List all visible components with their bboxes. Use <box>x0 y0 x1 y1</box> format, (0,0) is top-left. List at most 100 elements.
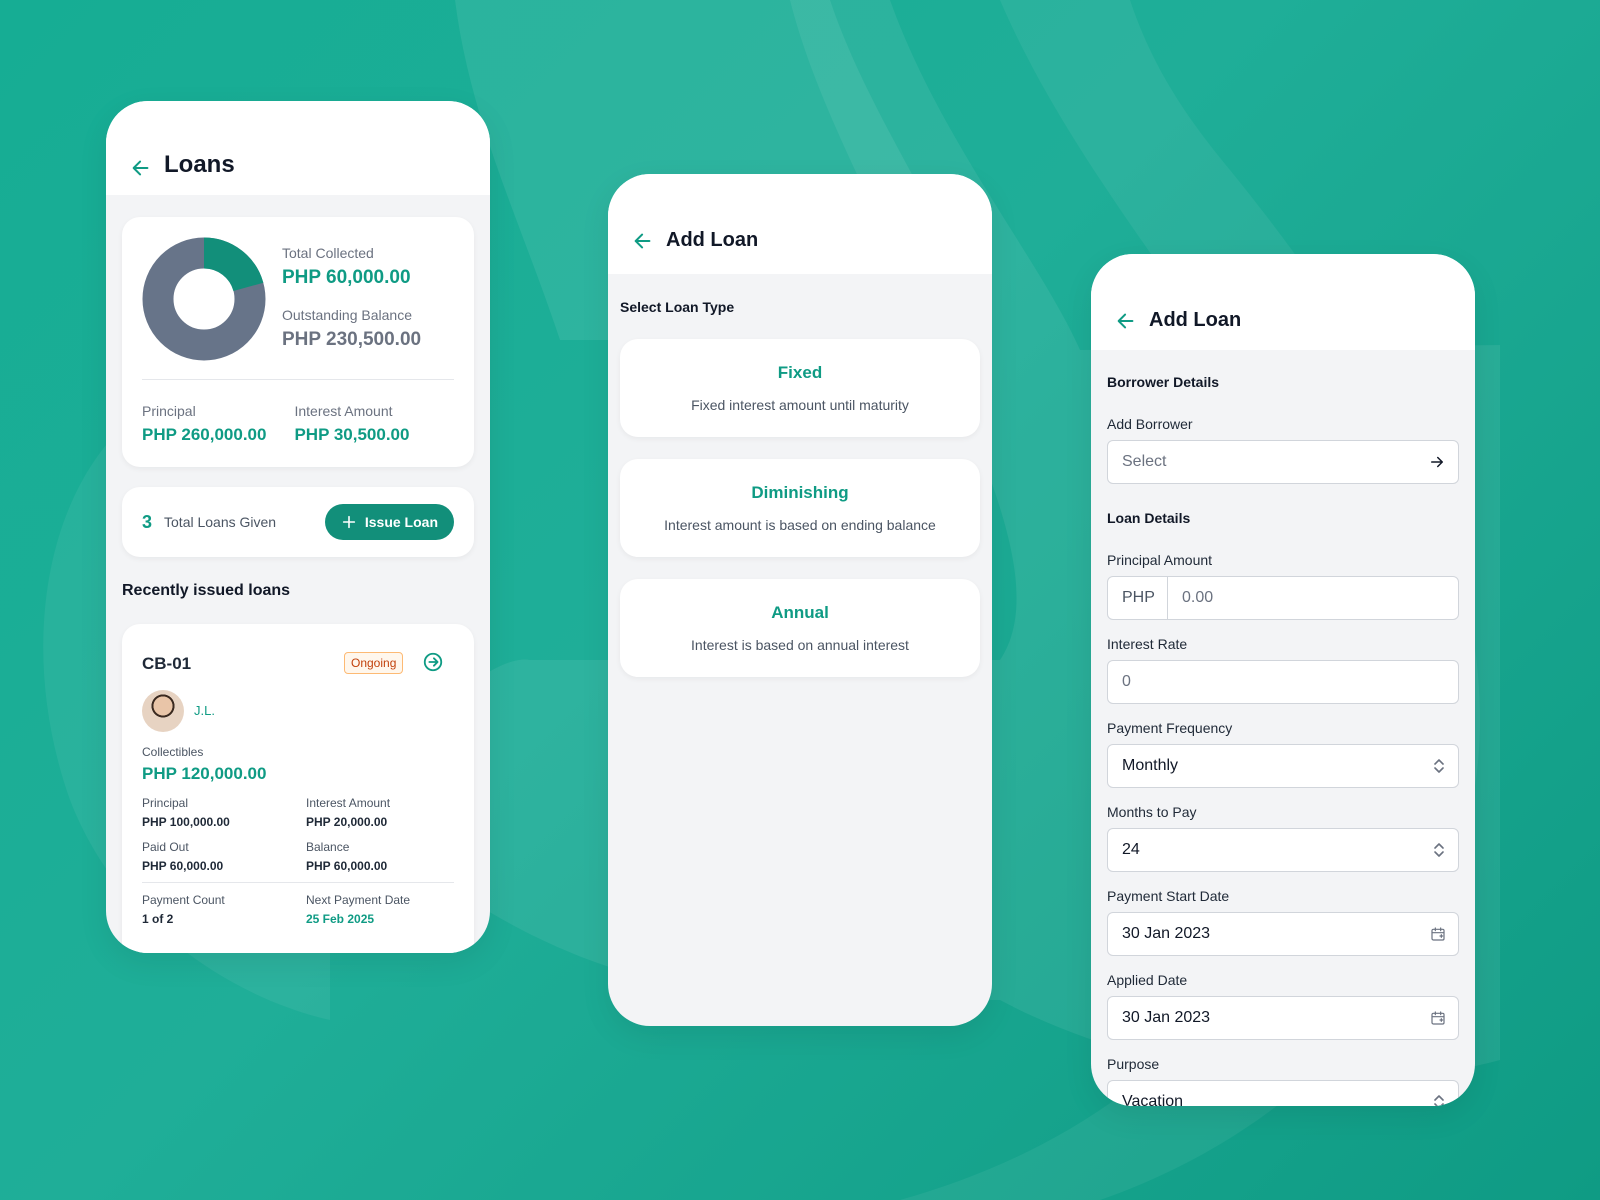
principal-label: Principal <box>142 403 196 419</box>
loan-type-name: Annual <box>771 603 829 622</box>
outstanding-balance-value: PHP 230,500.00 <box>282 329 422 350</box>
select-loan-type-title: Select Loan Type <box>620 299 735 315</box>
collection-donut-chart <box>142 237 266 361</box>
applied-date-label: Applied Date <box>1107 972 1188 988</box>
interest-rate-label: Interest Rate <box>1107 636 1188 652</box>
summary-totals: Total Collected PHP 60,000.00 Outstandin… <box>282 245 421 351</box>
loan-balance-label: Balance <box>306 840 350 854</box>
outstanding-balance-label: Outstanding Balance <box>282 307 412 323</box>
collectibles-value: PHP 120,000.00 <box>142 764 267 783</box>
recent-loans-title: Recently issued loans <box>122 582 291 599</box>
page-title: Add Loan <box>666 229 759 251</box>
divider <box>142 379 454 380</box>
calendar-icon <box>1431 927 1445 941</box>
loans-header: Loans <box>106 101 490 195</box>
chevron-up-down-icon <box>1434 843 1444 857</box>
loan-type-header: Add Loan <box>608 174 992 274</box>
loan-type-desc: Interest amount is based on ending balan… <box>664 517 936 533</box>
page-title: Add Loan <box>1149 309 1242 331</box>
collectibles-label: Collectibles <box>142 745 204 759</box>
arrow-right-circle-icon <box>423 652 443 672</box>
loans-given-label: Total Loans Given <box>164 514 277 530</box>
months-to-pay-value: 24 <box>1122 841 1140 858</box>
open-loan-button[interactable] <box>422 651 444 678</box>
back-button[interactable] <box>130 157 152 179</box>
add-borrower-value: Select <box>1122 453 1167 470</box>
add-loan-header: Add Loan <box>1091 254 1475 350</box>
issue-loan-label: Issue Loan <box>364 514 438 530</box>
page-title: Loans <box>164 151 235 178</box>
loan-paid-value: PHP 60,000.00 <box>142 859 224 873</box>
loan-balance: Balance PHP 60,000.00 <box>306 840 387 873</box>
borrower-details-title: Borrower Details <box>1107 374 1220 390</box>
issue-loan-button[interactable]: Issue Loan <box>324 504 454 540</box>
loan-principal: Principal PHP 100,000.00 <box>142 796 230 829</box>
applied-date-input[interactable]: 30 Jan 2023 <box>1107 996 1459 1040</box>
loan-principal-value: PHP 100,000.00 <box>142 815 230 829</box>
loan-type-name: Fixed <box>777 363 823 382</box>
calendar-icon <box>1431 1011 1445 1025</box>
add-borrower-select[interactable]: Select <box>1107 440 1459 484</box>
interest-amount-label: Interest Amount <box>294 403 393 419</box>
next-payment-date: Next Payment Date 25 Feb 2025 <box>306 893 410 926</box>
loan-paid-out: Paid Out PHP 60,000.00 <box>142 840 223 873</box>
loan-type-screen: Add Loan Select Loan Type Fixed Fixed in… <box>608 174 992 1026</box>
interest-rate-input[interactable]: 0 <box>1107 660 1459 704</box>
total-collected-label: Total Collected <box>282 245 374 261</box>
purpose-label: Purpose <box>1107 1056 1160 1072</box>
months-to-pay-label: Months to Pay <box>1107 804 1197 820</box>
payment-frequency-select[interactable]: Monthly <box>1107 744 1459 788</box>
loan-type-name: Diminishing <box>751 483 849 502</box>
payment-start-date-value: 30 Jan 2023 <box>1122 925 1211 942</box>
next-payment-value: 25 Feb 2025 <box>306 912 375 926</box>
principal-amount-placeholder: 0.00 <box>1182 589 1214 606</box>
loan-details-title: Loan Details <box>1107 510 1191 526</box>
total-collected-value: PHP 60,000.00 <box>282 267 411 288</box>
chevron-up-down-icon <box>1434 759 1444 773</box>
loans-screen: Loans Total Collected PHP 60,000.00 Outs… <box>106 101 490 953</box>
loan-type-desc: Fixed interest amount until maturity <box>691 397 909 413</box>
loans-count: 3 <box>142 511 153 532</box>
chevron-up-down-icon <box>1434 1095 1444 1106</box>
borrower-name: J.L. <box>194 703 215 718</box>
interest-amount-value: PHP 30,500.00 <box>294 425 410 444</box>
back-button[interactable] <box>632 230 654 252</box>
principal-amount-label: Principal Amount <box>1107 552 1213 568</box>
loan-interest-label: Interest Amount <box>306 796 391 810</box>
add-borrower-label: Add Borrower <box>1107 416 1193 432</box>
loan-type-annual[interactable]: Annual Interest is based on annual inter… <box>620 579 980 677</box>
payment-count: Payment Count 1 of 2 <box>142 893 225 926</box>
loan-balance-value: PHP 60,000.00 <box>306 859 388 873</box>
purpose-select[interactable]: Vacation <box>1107 1080 1459 1106</box>
payment-frequency-label: Payment Frequency <box>1107 720 1233 736</box>
principal-amount-input[interactable]: PHP 0.00 <box>1107 576 1459 620</box>
add-loan-form-screen: Add Loan Borrower Details Add Borrower S… <box>1091 254 1475 1106</box>
loan-card[interactable]: CB-01 Ongoing J.L. Collectibles PHP 120,… <box>122 624 474 953</box>
payment-frequency-value: Monthly <box>1122 757 1179 774</box>
avatar <box>142 690 184 732</box>
loan-paid-label: Paid Out <box>142 840 189 854</box>
payment-count-label: Payment Count <box>142 893 225 907</box>
arrow-left-icon <box>634 233 651 249</box>
loan-type-diminishing[interactable]: Diminishing Interest amount is based on … <box>620 459 980 557</box>
loan-type-desc: Interest is based on annual interest <box>691 637 909 653</box>
loan-type-fixed[interactable]: Fixed Fixed interest amount until maturi… <box>620 339 980 437</box>
currency-prefix: PHP <box>1108 577 1168 619</box>
summary-card: Total Collected PHP 60,000.00 Outstandin… <box>122 217 474 467</box>
back-button[interactable] <box>1115 310 1137 332</box>
loans-given-card: 3 Total Loans Given Issue Loan <box>122 487 474 557</box>
loan-interest-value: PHP 20,000.00 <box>306 815 388 829</box>
arrow-left-icon <box>132 160 149 176</box>
payment-start-date-input[interactable]: 30 Jan 2023 <box>1107 912 1459 956</box>
principal-value: PHP 260,000.00 <box>142 425 267 444</box>
status-badge: Ongoing <box>344 652 404 674</box>
arrow-right-icon <box>1431 456 1443 468</box>
add-loan-form: Borrower Details Add Borrower Select Loa… <box>1091 374 1475 1106</box>
loan-principal-label: Principal <box>142 796 189 810</box>
months-to-pay-select[interactable]: 24 <box>1107 828 1459 872</box>
arrow-left-icon <box>1117 313 1134 329</box>
purpose-value: Vacation <box>1122 1093 1184 1106</box>
applied-date-value: 30 Jan 2023 <box>1122 1009 1211 1026</box>
divider <box>142 882 454 883</box>
payment-count-value: 1 of 2 <box>142 912 174 926</box>
